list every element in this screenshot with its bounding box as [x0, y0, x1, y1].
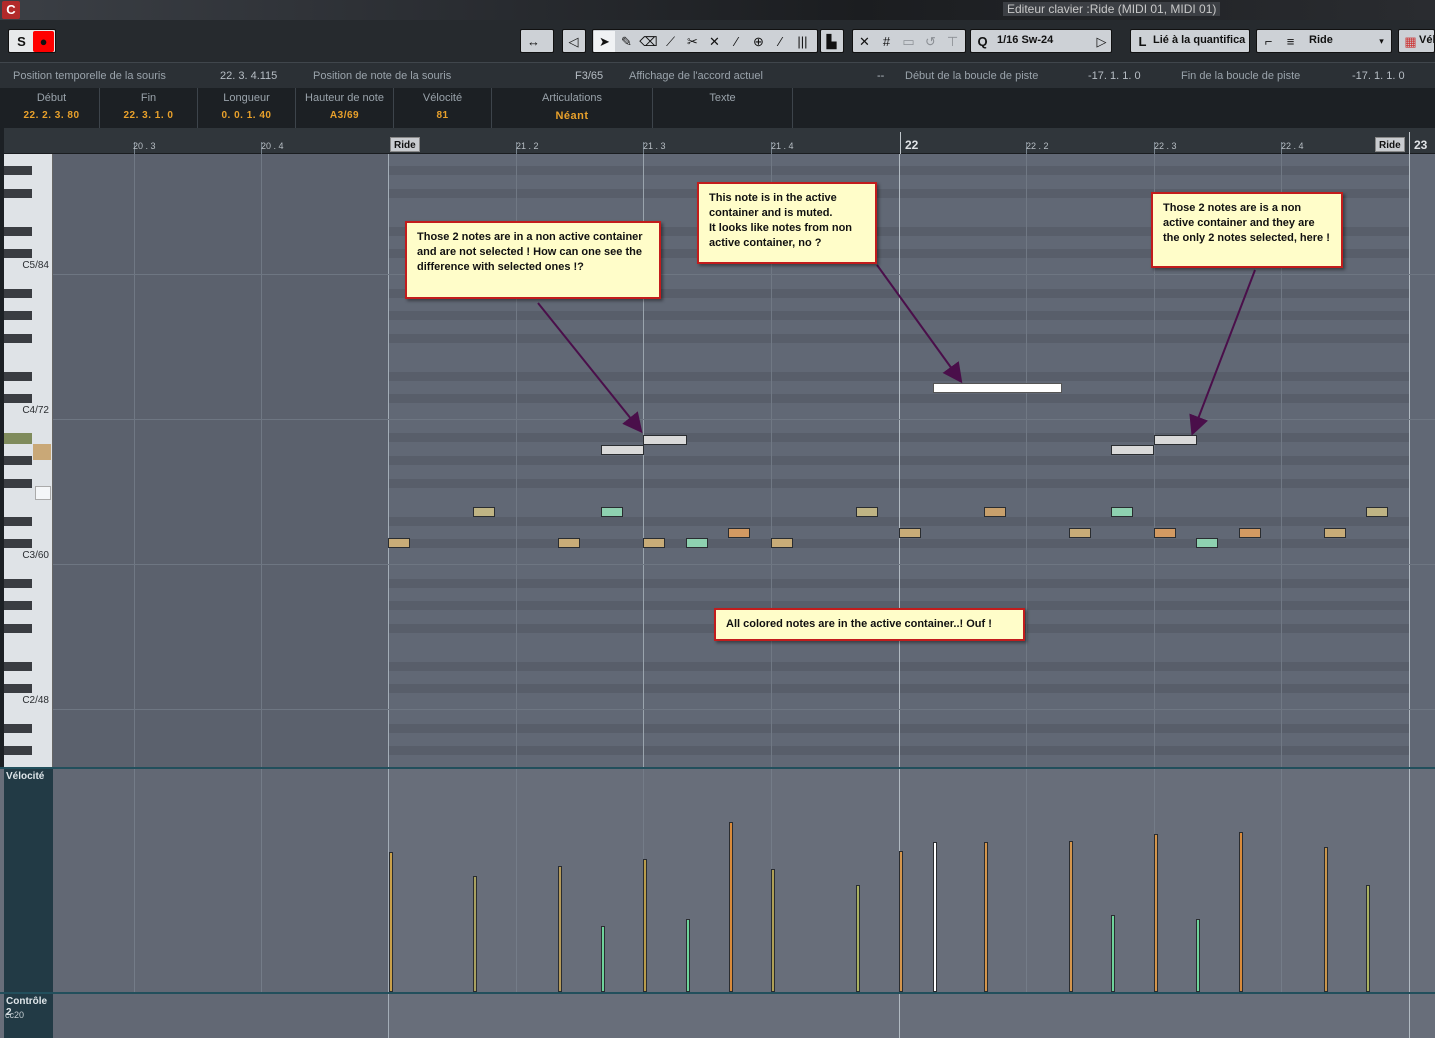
velocity-bar[interactable]	[643, 859, 647, 992]
controller-lane[interactable]	[0, 992, 1435, 1038]
velocity-bar[interactable]	[389, 852, 393, 992]
velocity-bar[interactable]	[686, 919, 690, 992]
velocity-bar[interactable]	[856, 885, 860, 992]
beat-line	[134, 769, 135, 992]
velocity-lane[interactable]	[0, 767, 1435, 992]
velocity-bar[interactable]	[1366, 885, 1370, 992]
beat-line	[1281, 769, 1282, 992]
velocity-bar[interactable]	[1324, 847, 1328, 992]
velocity-bar[interactable]	[771, 869, 775, 992]
annotation-callout: Those 2 notes are in a non active contai…	[405, 221, 661, 299]
beat-line	[516, 769, 517, 992]
velocity-bar[interactable]	[558, 866, 562, 992]
bar-line	[899, 994, 900, 1038]
velocity-lane-label: Vélocité	[6, 771, 45, 782]
annotation-callout: All colored notes are in the active cont…	[714, 608, 1025, 641]
velocity-bar[interactable]	[729, 822, 733, 992]
annotation-callout: This note is in the active container and…	[697, 182, 877, 264]
arrow-line	[1189, 269, 1256, 436]
beat-line	[1026, 769, 1027, 992]
annotation-callout: Those 2 notes are is a non active contai…	[1151, 192, 1343, 268]
controller-lane-sublabel: cc20	[5, 1010, 25, 1020]
part-start-line	[388, 994, 389, 1038]
velocity-bar[interactable]	[1154, 834, 1158, 992]
outside-part-area	[53, 769, 388, 992]
velocity-bar[interactable]	[1239, 832, 1243, 992]
controller-lane-header[interactable]: Contrôle 2 cc20	[4, 994, 53, 1038]
velocity-bar[interactable]	[984, 842, 988, 992]
velocity-bar[interactable]	[601, 926, 605, 992]
velocity-bar[interactable]	[1196, 919, 1200, 992]
outside-part-area	[53, 994, 388, 1038]
velocity-bar-muted[interactable]	[933, 842, 937, 992]
beat-line	[261, 769, 262, 992]
arrow-line	[876, 264, 963, 384]
arrow-line	[537, 302, 643, 434]
velocity-bar[interactable]	[1111, 915, 1115, 992]
velocity-lane-header[interactable]: Vélocité	[4, 769, 53, 992]
bar-line	[1409, 769, 1410, 992]
velocity-bar[interactable]	[899, 851, 903, 992]
velocity-bar[interactable]	[473, 876, 477, 992]
bar-line	[1409, 994, 1410, 1038]
velocity-bar[interactable]	[1069, 841, 1073, 992]
